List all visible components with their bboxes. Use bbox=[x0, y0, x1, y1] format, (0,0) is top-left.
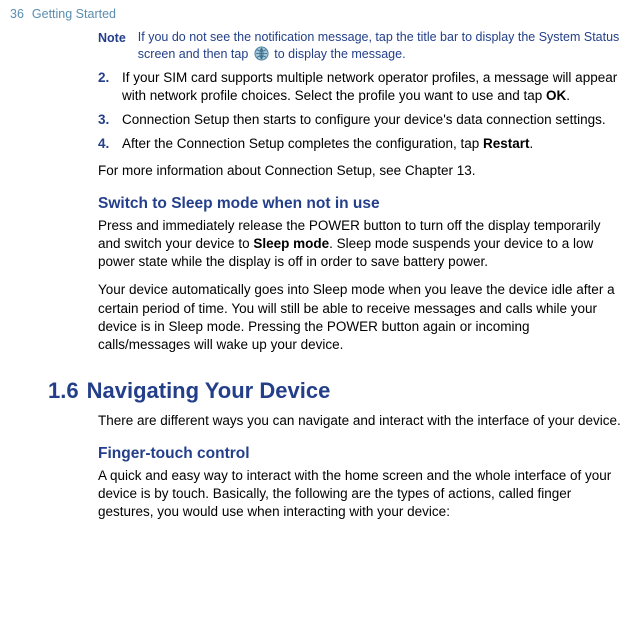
more-info-para: For more information about Connection Se… bbox=[98, 162, 624, 180]
section-title: Getting Started bbox=[32, 6, 116, 23]
step-number: 2. bbox=[98, 69, 114, 105]
step-text: If your SIM card supports multiple netwo… bbox=[122, 69, 624, 105]
step-text-a: If your SIM card supports multiple netwo… bbox=[122, 70, 617, 103]
step-number: 4. bbox=[98, 135, 114, 153]
section-title-main: Navigating Your Device bbox=[87, 376, 331, 406]
steps-list: 2. If your SIM card supports multiple ne… bbox=[98, 69, 624, 154]
sleep-heading: Switch to Sleep mode when not in use bbox=[98, 194, 624, 215]
sleep-para-2: Your device automatically goes into Slee… bbox=[98, 281, 624, 354]
step-3: 3. Connection Setup then starts to confi… bbox=[98, 111, 624, 129]
nav-intro: There are different ways you can navigat… bbox=[98, 412, 624, 430]
step-2: 2. If your SIM card supports multiple ne… bbox=[98, 69, 624, 105]
page-number: 36 bbox=[10, 6, 24, 23]
section-number: 1.6 bbox=[48, 376, 79, 406]
sleep-bold: Sleep mode bbox=[253, 236, 329, 251]
nav-content: There are different ways you can navigat… bbox=[0, 412, 638, 522]
step-bold: OK bbox=[546, 88, 566, 103]
finger-para: A quick and easy way to interact with th… bbox=[98, 467, 624, 522]
step-text-a: After the Connection Setup completes the… bbox=[122, 136, 483, 151]
note-text: If you do not see the notification messa… bbox=[138, 29, 624, 63]
note-label: Note bbox=[98, 29, 126, 63]
section-heading: 1.6 Navigating Your Device bbox=[48, 376, 638, 406]
step-text: Connection Setup then starts to configur… bbox=[122, 111, 606, 129]
page-content: Note If you do not see the notification … bbox=[0, 29, 638, 354]
sleep-para-1: Press and immediately release the POWER … bbox=[98, 217, 624, 272]
globe-icon bbox=[254, 46, 269, 61]
step-text-b: . bbox=[530, 136, 534, 151]
finger-heading: Finger-touch control bbox=[98, 444, 624, 465]
step-text-b: . bbox=[566, 88, 570, 103]
note-block: Note If you do not see the notification … bbox=[98, 29, 624, 63]
step-number: 3. bbox=[98, 111, 114, 129]
step-bold: Restart bbox=[483, 136, 530, 151]
page-header: 36 Getting Started bbox=[0, 0, 638, 29]
note-text-after: to display the message. bbox=[271, 47, 406, 61]
step-text: After the Connection Setup completes the… bbox=[122, 135, 533, 153]
step-4: 4. After the Connection Setup completes … bbox=[98, 135, 624, 153]
